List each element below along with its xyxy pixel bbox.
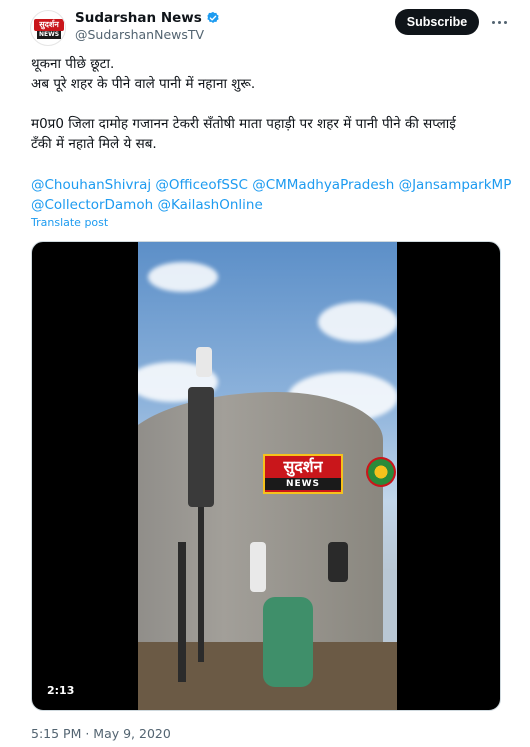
mention-link[interactable]: @KailashOnline (157, 197, 262, 213)
subscribe-button[interactable]: Subscribe (395, 9, 479, 35)
avatar-logo-text: सुदर्शन (34, 19, 64, 31)
verified-badge-icon (207, 11, 219, 23)
author-handle[interactable]: @SudarshanNewsTV (75, 27, 204, 42)
video-frame[interactable]: सुदर्शन NEWS (138, 242, 397, 710)
tweet-text-line-1: थूकना पीछे छूटा. (31, 56, 115, 72)
tweet-text-line-4: टँकी में नहाते मिले ये सब. (31, 136, 157, 152)
avatar-logo-subtext: NEWS (37, 31, 61, 39)
channel-watermark: सुदर्शन NEWS (263, 454, 343, 494)
watermark-text: सुदर्शन (283, 457, 323, 476)
author-name-row: Sudarshan News (75, 9, 220, 27)
tweet-card: सुदर्शन NEWS Sudarshan News @SudarshanNe… (0, 0, 530, 747)
post-timestamp[interactable]: 5:15 PM · May 9, 2020 (31, 726, 171, 741)
watermark-subtext: NEWS (265, 478, 341, 490)
video-duration: 2:13 (42, 681, 80, 701)
mentions-line-2: @CollectorDamoh @KailashOnline (31, 195, 516, 215)
mention-link[interactable]: @OfficeofSSC (155, 177, 247, 193)
mention-link[interactable]: @JansamparkMP (399, 177, 512, 193)
tweet-text-line-3: म0प्र0 जिला दामोह गजानन टेकरी सँतोषी मात… (31, 116, 456, 132)
author-display-name[interactable]: Sudarshan News (75, 10, 202, 26)
mentions-line-1: @ChouhanShivraj @OfficeofSSC @CMMadhyaPr… (31, 175, 516, 195)
video-player[interactable]: सुदर्शन NEWS 2:13 (31, 241, 501, 711)
translate-post-link[interactable]: Translate post (31, 216, 108, 229)
avatar[interactable]: सुदर्शन NEWS (30, 10, 66, 46)
mention-link[interactable]: @CMMadhyaPradesh (252, 177, 394, 193)
mention-link[interactable]: @CollectorDamoh (31, 197, 153, 213)
more-options-icon[interactable] (484, 9, 514, 35)
tweet-text-line-2: अब पूरे शहर के पीने वाले पानी में नहाना … (31, 76, 256, 92)
channel-logo-icon (366, 457, 396, 487)
mention-link[interactable]: @ChouhanShivraj (31, 177, 151, 193)
